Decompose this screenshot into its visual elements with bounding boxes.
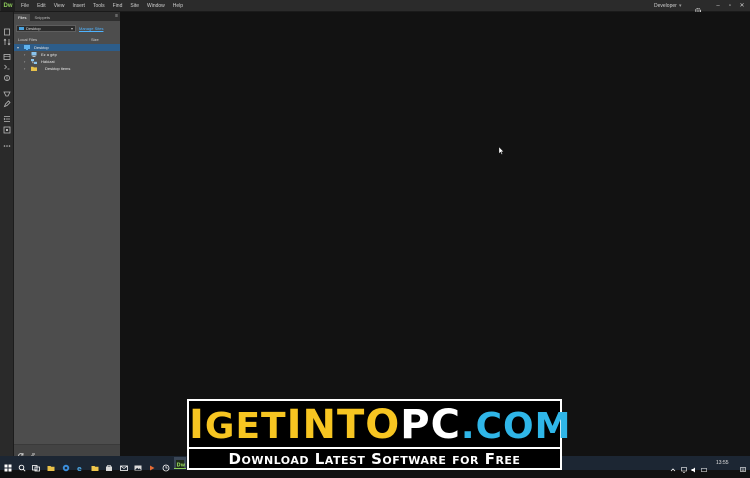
tree-item-label: Desktop [34,45,49,50]
explorer-icon[interactable] [47,459,55,471]
app-window: Dw File Edit View Insert Tools Find Site… [0,0,750,473]
taskbar-dreamweaver-button[interactable]: Dw [174,457,186,469]
folder-icon[interactable] [91,459,99,471]
panel-tabs: Files Snippets ≡ [14,12,120,21]
brand-dot: . [460,406,476,447]
brand-get: GET [204,406,287,447]
manage-sites-link[interactable]: Manage Sites [79,26,103,31]
document-area[interactable] [120,12,750,456]
desktop-icon [24,45,30,50]
maximize-button[interactable]: ▫ [724,0,736,12]
menu-tools[interactable]: Tools [93,0,105,12]
site-select[interactable]: Desktop ▾ [16,25,76,32]
store-icon[interactable] [105,459,113,471]
tree-item-label: Desktop items [45,66,71,71]
clock-app-icon[interactable] [162,459,170,472]
file-management-icon[interactable] [3,38,11,46]
collapse-arrow-icon[interactable]: ▾ [17,44,19,51]
format-source-icon[interactable] [3,74,11,82]
taskbar-clock[interactable]: 13:55 [716,456,729,470]
connect-icon[interactable] [29,447,37,459]
brand-into: INTO [286,402,401,448]
windows-start-icon[interactable] [4,459,12,472]
expand-arrow-icon[interactable]: › [24,58,25,65]
watermark-tagline: Download Latest Software for Free [228,450,521,468]
files-panel: Files Snippets ≡ Desktop ▾ Manage Sites … [14,12,120,459]
window-controls: – ▫ ✕ [712,0,748,12]
document-toolbar [0,12,14,456]
tab-files[interactable]: Files [14,14,31,21]
watermark-brand: IGETINTOPC.COM [189,402,570,448]
pencil-icon[interactable] [3,100,11,108]
panel-footer [14,444,120,459]
expand-arrow-icon[interactable]: › [24,65,25,72]
chevron-down-icon: ▾ [70,26,73,31]
folder-icon [31,66,37,71]
gear-icon[interactable] [694,2,702,15]
tree-item-network[interactable]: › Hálózat [14,58,120,65]
tree-item-label: Ez a gép [41,52,57,57]
close-button[interactable]: ✕ [736,0,748,12]
minimize-button[interactable]: – [712,0,724,12]
tab-snippets[interactable]: Snippets [30,14,54,21]
menu-file[interactable]: File [21,0,29,12]
column-local-files[interactable]: Local Files [18,37,37,42]
network-tray-icon[interactable] [681,460,687,473]
photos-icon[interactable] [134,459,142,471]
refresh-icon[interactable] [17,447,25,459]
watermark-banner: IGETINTOPC.COM Download Latest Software … [187,399,570,470]
edge-icon[interactable]: e [76,459,84,473]
search-icon[interactable] [18,459,26,472]
file-columns-header: Local Files Size [14,37,120,43]
open-document-icon[interactable] [3,28,11,36]
code-view-icon[interactable] [3,53,11,61]
mouse-cursor-icon [499,147,504,155]
mail-icon[interactable] [120,459,128,471]
menu-find[interactable]: Find [113,0,123,12]
chevron-down-icon[interactable]: ▾ [679,0,682,12]
brand-com: COM [475,406,572,447]
menu-view[interactable]: View [54,0,65,12]
more-icon[interactable] [3,142,11,150]
dreamweaver-icon: Dw [176,460,186,469]
network-icon [31,59,37,64]
computer-icon [31,52,37,57]
svg-text:Dw: Dw [177,463,186,469]
app-logo: Dw [1,0,15,11]
browser-icon[interactable] [62,459,70,472]
menu-site[interactable]: Site [130,0,139,12]
menu-bar: Dw File Edit View Insert Tools Find Site… [0,0,750,15]
panel-menu-icon[interactable]: ≡ [115,13,118,19]
workspace-switcher[interactable]: Developer [654,0,677,12]
menu-edit[interactable]: Edit [37,0,46,12]
tree-item-label: Hálózat [41,59,55,64]
site-select-value: Desktop [26,26,41,31]
expand-collapse-icon[interactable] [3,63,11,71]
menu-insert[interactable]: Insert [72,0,85,12]
brand-pc: PC [400,402,461,448]
column-size[interactable]: Size [91,37,99,42]
tree-item-this-pc[interactable]: › Ez a gép [14,51,120,58]
tree-item-desktop-items[interactable]: › Desktop items [14,65,120,72]
snippet-icon[interactable] [3,90,11,98]
menu-help[interactable]: Help [173,0,183,12]
svg-text:e: e [77,465,82,472]
menu-window[interactable]: Window [147,0,165,12]
drive-icon [19,27,24,30]
notifications-icon[interactable] [740,460,746,472]
brand-i: I [189,402,205,448]
outdent-icon[interactable] [3,126,11,134]
expand-arrow-icon[interactable]: › [24,51,25,58]
site-row: Desktop ▾ Manage Sites [16,24,120,34]
tree-item-desktop[interactable]: ▾ Desktop [14,44,120,51]
indent-icon[interactable] [3,115,11,123]
media-player-icon[interactable] [148,459,156,471]
chevron-up-icon[interactable] [670,460,676,472]
main-menu: File Edit View Insert Tools Find Site Wi… [21,0,191,12]
volume-icon[interactable] [691,460,697,473]
keyboard-icon[interactable] [701,460,707,472]
task-view-icon[interactable] [32,459,40,472]
